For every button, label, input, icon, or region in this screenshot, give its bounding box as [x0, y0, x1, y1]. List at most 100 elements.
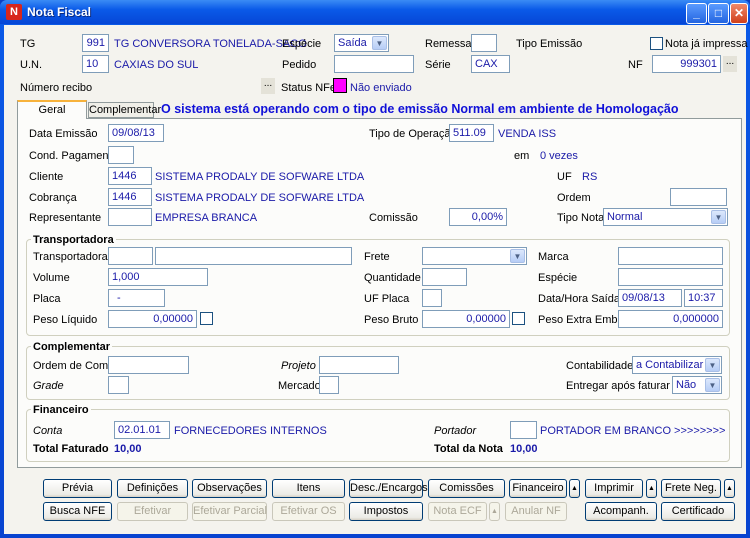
title-bar[interactable]: N Nota Fiscal _ □ ✕ [0, 0, 750, 24]
representante-label: Representante [29, 212, 102, 224]
busca-nfe-button[interactable]: Busca NFE [43, 502, 112, 521]
imprimir-button[interactable]: Imprimir [585, 479, 643, 498]
especie-select[interactable]: Saída ▼ [334, 34, 389, 52]
conta-label: Conta [33, 425, 63, 437]
tg-code-input[interactable]: 991 [82, 34, 109, 52]
nota-impressa-label: Nota já impressa [665, 38, 748, 50]
marca-input[interactable] [618, 247, 723, 265]
remessa-label: Remessa [425, 38, 472, 50]
pedido-input[interactable] [334, 55, 414, 73]
remessa-input[interactable] [471, 34, 497, 52]
minimize-button[interactable]: _ [686, 3, 707, 24]
quantidade-input[interactable] [422, 268, 467, 286]
nota-ecf-menu-arrow-icon[interactable]: ▲ [489, 502, 500, 521]
tipo-nota-select[interactable]: Normal ▼ [603, 208, 728, 226]
projeto-input[interactable] [319, 356, 399, 374]
cobranca-code-input[interactable]: 1446 [108, 188, 152, 206]
serie-input[interactable]: CAX [471, 55, 510, 73]
anular-nf-button[interactable]: Anular NF [505, 502, 567, 521]
ordem-compra-input[interactable] [108, 356, 189, 374]
portador-name: PORTADOR EM BRANCO >>>>>>>> [540, 425, 726, 437]
peso-extra-input[interactable]: 0,000000 [618, 310, 723, 328]
peso-liquido-input[interactable]: 0,00000 [108, 310, 197, 328]
transportadora-name-input[interactable] [155, 247, 352, 265]
data-hora-saida-label: Data/Hora Saída [538, 293, 620, 305]
especie-transp-input[interactable] [618, 268, 723, 286]
un-name: CAXIAS DO SUL [114, 59, 199, 71]
mercado-input[interactable] [319, 376, 339, 394]
pedido-label: Pedido [282, 59, 317, 71]
acompanh-button[interactable]: Acompanh. [585, 502, 657, 521]
efetivar-button[interactable]: Efetivar [117, 502, 188, 521]
uf-placa-input[interactable] [422, 289, 442, 307]
transportadora-code-input[interactable] [108, 247, 153, 265]
hora-saida-input[interactable]: 10:37 [684, 289, 723, 307]
entregar-label: Entregar após faturar [566, 380, 670, 392]
frete-select[interactable]: ▼ [422, 247, 527, 265]
portador-input[interactable] [510, 421, 537, 439]
data-emissao-input[interactable]: 09/08/13 [108, 124, 164, 142]
comissao-input[interactable]: 0,00% [449, 208, 507, 226]
tab-complementar[interactable]: Complementar [88, 102, 161, 118]
especie-label: Espécie [282, 38, 322, 50]
placa-input[interactable]: - [108, 289, 165, 307]
cliente-code-input[interactable]: 1446 [108, 167, 152, 185]
grade-label: Grade [33, 380, 64, 392]
efetivar-parcial-button[interactable]: Efetivar Parcial [192, 502, 267, 521]
itens-button[interactable]: Itens [272, 479, 345, 498]
previa-button[interactable]: Prévia [43, 479, 112, 498]
conta-input[interactable]: 02.01.01 [114, 421, 170, 439]
serie-label: Série [425, 59, 451, 71]
certificado-button[interactable]: Certificado [661, 502, 735, 521]
peso-liquido-checkbox[interactable] [200, 312, 213, 325]
nota-ecf-button[interactable]: Nota ECF [428, 502, 487, 521]
observacoes-button[interactable]: Observações [192, 479, 267, 498]
close-button[interactable]: ✕ [730, 3, 748, 24]
definicoes-button[interactable]: Definições [117, 479, 188, 498]
grade-input[interactable] [108, 376, 129, 394]
comissoes-button[interactable]: Comissões [428, 479, 505, 498]
cond-pagamento-label: Cond. Pagamento [29, 150, 118, 162]
data-emissao-label: Data Emissão [29, 128, 98, 140]
uf-label: UF [557, 171, 572, 183]
portador-label: Portador [434, 425, 477, 437]
nf-input[interactable]: 999301 [652, 55, 721, 73]
comissao-label: Comissão [369, 212, 418, 224]
tipo-nota-label: Tipo Nota [557, 212, 605, 224]
placa-label: Placa [33, 293, 61, 305]
financeiro-button[interactable]: Financeiro [509, 479, 567, 498]
contabilidade-value: a Contabilizar [636, 359, 704, 371]
contabilidade-select[interactable]: a Contabilizar ▼ [632, 356, 722, 374]
especie-value: Saída [338, 37, 367, 49]
ordem-input[interactable] [670, 188, 727, 206]
chevron-down-icon: ▼ [510, 249, 525, 263]
nota-impressa-checkbox[interactable] [650, 37, 663, 50]
financeiro-menu-arrow-icon[interactable]: ▲ [569, 479, 580, 498]
data-saida-input[interactable]: 09/08/13 [618, 289, 682, 307]
entregar-select[interactable]: Não ▼ [672, 376, 722, 394]
imprimir-menu-arrow-icon[interactable]: ▲ [646, 479, 657, 498]
vezes-value: 0 vezes [540, 150, 578, 162]
representante-code-input[interactable] [108, 208, 152, 226]
window-title: Nota Fiscal [27, 5, 92, 19]
peso-bruto-input[interactable]: 0,00000 [422, 310, 510, 328]
tipo-nota-value: Normal [607, 211, 643, 223]
frete-neg-button[interactable]: Frete Neg. [661, 479, 721, 498]
tab-geral[interactable]: Geral [17, 100, 87, 119]
nf-lookup-button[interactable]: ... [723, 56, 737, 72]
peso-bruto-checkbox[interactable] [512, 312, 525, 325]
impostos-button[interactable]: Impostos [349, 502, 423, 521]
maximize-button[interactable]: □ [708, 3, 729, 24]
cond-pagamento-input[interactable] [108, 146, 134, 164]
recibo-lookup-button[interactable]: ... [261, 78, 275, 94]
efetivar-os-button[interactable]: Efetivar OS [272, 502, 345, 521]
frete-neg-menu-arrow-icon[interactable]: ▲ [724, 479, 735, 498]
un-code-input[interactable]: 10 [82, 55, 109, 73]
tipo-operacao-input[interactable]: 511.09 [449, 124, 494, 142]
volume-input[interactable]: 1,000 [108, 268, 208, 286]
desc-encargos-button[interactable]: Desc./Encargos [349, 479, 428, 498]
cliente-label: Cliente [29, 171, 64, 183]
tg-label: TG [20, 38, 36, 50]
tipo-operacao-label: Tipo de Operação [369, 128, 457, 140]
cobranca-name: SISTEMA PRODALY DE SOFWARE LTDA [155, 192, 365, 204]
